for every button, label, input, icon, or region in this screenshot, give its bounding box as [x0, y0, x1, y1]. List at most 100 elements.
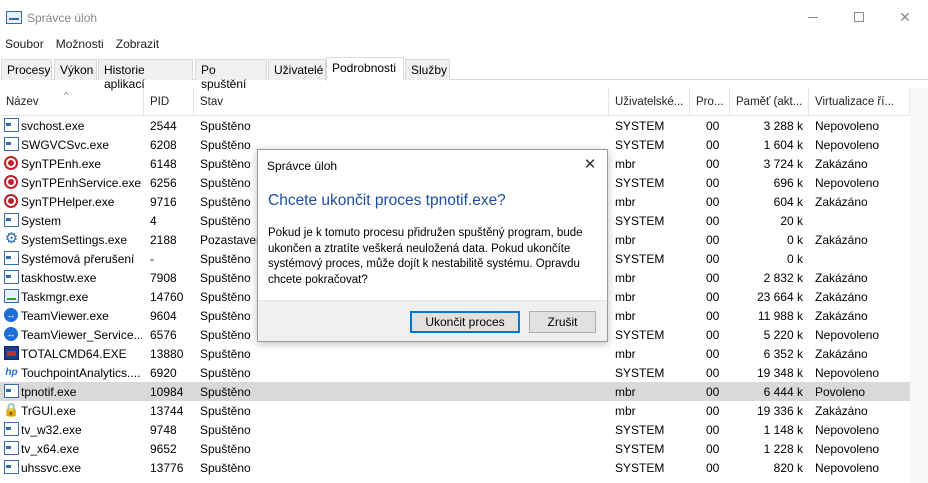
table-row[interactable]: svchost.exe 2544 Spuštěno SYSTEM 00 3 288 k Ne… [0, 116, 910, 135]
tab-details[interactable]: Podrobnosti [326, 57, 404, 81]
column-header-name[interactable]: Název [0, 88, 144, 116]
process-memory: 11 988 k [757, 309, 803, 323]
tab-services[interactable]: Služby [405, 59, 450, 80]
process-status: Spuštěno [200, 328, 251, 342]
application-icon [4, 460, 19, 474]
process-name: uhssvc.exe [21, 461, 82, 475]
process-virtualization: Nepovoleno [815, 423, 880, 437]
synaptics-icon [4, 194, 18, 208]
process-memory: 6 444 k [763, 385, 803, 399]
process-user: mbr [615, 309, 636, 323]
maximize-button[interactable] [836, 0, 882, 34]
column-header-virtualization[interactable]: Virtualizace ří... [809, 88, 910, 116]
process-status: Spuštěno [200, 309, 251, 323]
process-user: SYSTEM [615, 366, 665, 380]
process-memory: 20 k [780, 214, 803, 228]
process-status: Spuštěno [200, 176, 251, 190]
process-cpu: 00 [706, 423, 720, 437]
application-icon [4, 384, 19, 398]
process-cpu: 00 [706, 328, 720, 342]
process-user: SYSTEM [615, 176, 665, 190]
process-name: System [21, 214, 62, 228]
process-virtualization: Povoleno [815, 385, 866, 399]
process-status: Spuštěno [200, 214, 251, 228]
process-name: TOTALCMD64.EXE [21, 347, 127, 361]
process-name: svchost.exe [21, 119, 85, 133]
synaptics-icon [4, 156, 18, 170]
process-pid: 4 [150, 214, 157, 228]
process-cpu: 00 [706, 195, 720, 209]
application-icon [4, 270, 19, 284]
dialog-title-bar: Správce úloh ✕ [258, 150, 607, 180]
process-user: mbr [615, 290, 636, 304]
process-user: SYSTEM [615, 461, 665, 475]
process-pid: 6256 [150, 176, 177, 190]
application-icon [4, 137, 19, 151]
process-status: Spuštěno [200, 252, 251, 266]
application-icon [4, 422, 19, 436]
tab-app-history[interactable]: Historie aplikací [98, 59, 193, 91]
column-header-memory[interactable]: Paměť (akt... [730, 88, 809, 116]
close-icon: ✕ [899, 8, 911, 25]
menu-view[interactable]: Zobrazit [111, 34, 164, 54]
window-title: Správce úloh [27, 11, 98, 25]
table-row[interactable]: tpnotif.exe 10984 Spuštěno mbr 00 6 444 k Povo… [0, 382, 910, 401]
table-row[interactable]: tv_x64.exe 9652 Spuštěno SYSTEM 00 1 228 k Nep… [0, 439, 910, 458]
process-memory: 5 220 k [763, 328, 803, 342]
process-name: tv_x64.exe [21, 442, 80, 456]
end-process-button[interactable]: Ukončit proces [410, 311, 520, 333]
title-bar: Správce úloh ✕ [0, 0, 928, 34]
table-row[interactable]: 🔒 TrGUI.exe 13744 Spuštěno mbr 00 19 336 k Zaká… [0, 401, 910, 420]
process-cpu: 00 [706, 290, 720, 304]
process-cpu: 00 [706, 252, 720, 266]
process-user: SYSTEM [615, 119, 665, 133]
dialog-heading: Chcete ukončit proces tpnotif.exe? [268, 192, 506, 209]
menu-options[interactable]: Možnosti [51, 34, 109, 54]
process-pid: 6576 [150, 328, 177, 342]
teamviewer-icon [4, 327, 18, 341]
tab-users[interactable]: Uživatelé [268, 59, 326, 80]
dialog-message: Pokud je k tomuto procesu přidružen spuš… [268, 227, 583, 286]
cancel-button[interactable]: Zrušit [529, 311, 596, 333]
tab-processes[interactable]: Procesy [1, 59, 52, 80]
process-status: Spuštěno [200, 442, 251, 456]
minimize-button[interactable] [790, 0, 836, 34]
process-virtualization: Nepovoleno [815, 461, 880, 475]
vertical-scrollbar[interactable] [910, 88, 928, 483]
column-header-cpu[interactable]: Pro... [690, 88, 730, 116]
column-header-status[interactable]: Stav [194, 88, 609, 116]
process-name: SWGVCSvc.exe [21, 138, 110, 152]
process-status: Spuštěno [200, 195, 251, 209]
process-name: tpnotif.exe [21, 385, 77, 399]
task-manager-icon [4, 289, 19, 303]
column-header-user[interactable]: Uživatelské... [609, 88, 690, 116]
application-icon [4, 251, 19, 265]
process-virtualization: Nepovoleno [815, 328, 880, 342]
teamviewer-icon [4, 308, 18, 322]
table-row[interactable]: uhssvc.exe 13776 Spuštěno SYSTEM 00 820 k Nepo… [0, 458, 910, 477]
process-cpu: 00 [706, 119, 720, 133]
process-pid: 6148 [150, 157, 177, 171]
table-row[interactable]: tv_w32.exe 9748 Spuštěno SYSTEM 00 1 148 k Nep… [0, 420, 910, 439]
menu-file[interactable]: Soubor [0, 34, 49, 54]
table-row[interactable]: TOTALCMD64.EXE 13880 Spuštěno mbr 00 6 352 k Z… [0, 344, 910, 363]
process-user: mbr [615, 157, 636, 171]
process-virtualization: Nepovoleno [815, 366, 880, 380]
column-header-pid[interactable]: PID [144, 88, 194, 116]
dialog-close-button[interactable]: ✕ [580, 156, 600, 176]
tab-startup[interactable]: Po spuštění [195, 59, 267, 91]
table-row[interactable]: hp TouchpointAnalytics.... 6920 Spuštěno SYS… [0, 363, 910, 382]
process-memory: 604 k [773, 195, 803, 209]
tab-performance[interactable]: Výkon [54, 59, 97, 80]
process-user: mbr [615, 271, 636, 285]
close-button[interactable]: ✕ [882, 0, 928, 34]
process-user: mbr [615, 385, 636, 399]
process-name: taskhostw.exe [21, 271, 97, 285]
process-status: Spuštěno [200, 119, 251, 133]
process-name: Taskmgr.exe [21, 290, 89, 304]
process-virtualization: Nepovoleno [815, 138, 880, 152]
dialog-footer: Ukončit proces Zrušit [258, 300, 607, 341]
process-pid: 7908 [150, 271, 177, 285]
process-cpu: 00 [706, 385, 720, 399]
process-memory: 3 724 k [763, 157, 803, 171]
